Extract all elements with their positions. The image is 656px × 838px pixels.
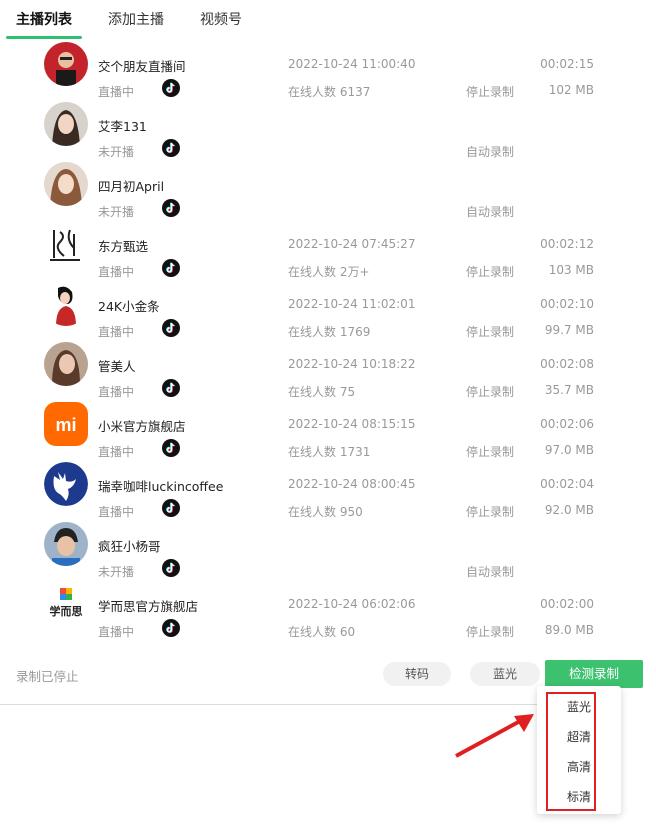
start-time: 2022-10-24 08:00:45 — [288, 477, 416, 491]
avatar — [44, 342, 88, 386]
streamer-row: 管美人 直播中 2022-10-24 10:18:22 在线人数 75 停止录制… — [0, 334, 656, 399]
streamer-name: 艾李131 — [98, 119, 147, 134]
record-action[interactable]: 停止录制 — [466, 623, 514, 640]
tab-video-account[interactable]: 视频号 — [200, 0, 242, 36]
viewer-count: 在线人数 60 — [288, 625, 356, 639]
start-time: 2022-10-24 11:02:01 — [288, 297, 416, 311]
streamer-name: 学而思官方旗舰店 — [98, 599, 199, 614]
avatar — [44, 42, 88, 86]
live-status: 直播中 — [98, 625, 135, 639]
tiktok-icon — [162, 619, 180, 637]
streamer-row: 东方甄选 直播中 2022-10-24 07:45:27 在线人数 2万+ 停止… — [0, 214, 656, 279]
avatar — [44, 162, 88, 206]
highlight-box — [546, 692, 596, 811]
tab-bar: 主播列表 添加主播 视频号 — [6, 0, 278, 39]
streamer-name: 24K小金条 — [98, 299, 160, 314]
record-duration: 00:02:12 — [540, 237, 594, 251]
streamer-row: 学而思 学而思官方旗舰店 直播中 2022-10-24 06:02:06 在线人… — [0, 574, 656, 639]
start-time: 2022-10-24 07:45:27 — [288, 237, 416, 251]
annotation-arrow-icon — [455, 714, 534, 758]
streamer-list: 交个朋友直播间 直播中 2022-10-24 11:00:40 在线人数 613… — [0, 34, 656, 639]
streamer-row: mi 小米官方旗舰店 直播中 2022-10-24 08:15:15 在线人数 … — [0, 394, 656, 459]
transcode-button[interactable]: 转码 — [383, 662, 451, 686]
record-duration: 00:02:06 — [540, 417, 594, 431]
avatar — [44, 522, 88, 566]
streamer-row: 艾李131 未开播 自动录制 — [0, 94, 656, 159]
luckin-logo — [44, 462, 88, 506]
streamer-name: 四月初April — [98, 179, 165, 194]
record-duration: 00:02:15 — [540, 57, 594, 71]
start-time: 2022-10-24 08:15:15 — [288, 417, 416, 431]
tab-add-streamer[interactable]: 添加主播 — [108, 0, 164, 36]
streamer-row: 瑞幸咖啡luckincoffee 直播中 2022-10-24 08:00:45… — [0, 454, 656, 519]
svg-text:mi: mi — [55, 415, 76, 435]
record-duration: 00:02:08 — [540, 357, 594, 371]
start-time: 2022-10-24 11:00:40 — [288, 57, 416, 71]
streamer-name: 疯狂小杨哥 — [98, 539, 161, 554]
tab-streamer-list[interactable]: 主播列表 — [6, 0, 82, 39]
divider — [0, 704, 540, 705]
streamer-name: 东方甄选 — [98, 239, 149, 254]
streamer-row: 交个朋友直播间 直播中 2022-10-24 11:00:40 在线人数 613… — [0, 34, 656, 99]
xueersi-logo: 学而思 — [44, 582, 88, 626]
record-duration: 00:02:04 — [540, 477, 594, 491]
record-duration: 00:02:00 — [540, 597, 594, 611]
quality-select[interactable]: 蓝光 — [470, 662, 540, 686]
streamer-name: 管美人 — [98, 359, 136, 374]
streamer-row: 24K小金条 直播中 2022-10-24 11:02:01 在线人数 1769… — [0, 274, 656, 339]
start-time: 2022-10-24 06:02:06 — [288, 597, 416, 611]
avatar — [44, 102, 88, 146]
start-time: 2022-10-24 10:18:22 — [288, 357, 416, 371]
recording-status: 录制已停止 — [16, 669, 79, 684]
detect-record-button[interactable]: 检测录制 — [545, 660, 643, 688]
file-size: 89.0 MB — [544, 623, 594, 637]
streamer-name: 瑞幸咖啡luckincoffee — [98, 479, 224, 494]
streamer-name: 小米官方旗舰店 — [98, 419, 186, 434]
record-duration: 00:02:10 — [540, 297, 594, 311]
xiaomi-logo: mi — [44, 402, 88, 446]
streamer-row: 疯狂小杨哥 未开播 自动录制 — [0, 514, 656, 579]
avatar — [44, 282, 88, 326]
avatar — [44, 222, 88, 266]
svg-text:学而思: 学而思 — [50, 604, 83, 618]
streamer-row: 四月初April 未开播 自动录制 — [0, 154, 656, 219]
streamer-name: 交个朋友直播间 — [98, 59, 186, 74]
